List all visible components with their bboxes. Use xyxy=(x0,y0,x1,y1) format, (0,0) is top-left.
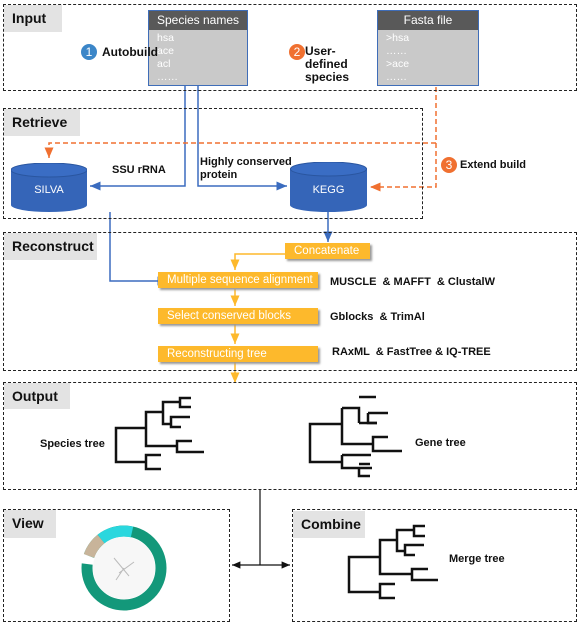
msa-step: Multiple sequence alignment xyxy=(158,272,318,288)
mode-2-badge: 2 xyxy=(289,44,305,60)
mode-1-badge: 1 xyxy=(81,44,97,60)
species-row: acl xyxy=(157,58,171,70)
species-row: …… xyxy=(157,71,178,83)
species-tree-label: Species tree xyxy=(40,438,105,450)
output-panel xyxy=(3,382,577,490)
output-label: Output xyxy=(4,383,70,409)
silva-label: SILVA xyxy=(34,184,64,196)
protein-label: Highly conserved protein xyxy=(200,156,292,181)
fasta-file-header: Fasta file xyxy=(378,11,478,30)
mode-3-badge: 3 xyxy=(441,157,457,173)
kegg-label: KEGG xyxy=(312,184,345,196)
reconstruct-label: Reconstruct xyxy=(4,233,97,260)
species-names-header: Species names xyxy=(149,11,247,30)
input-label: Input xyxy=(4,5,62,32)
merge-tree-label: Merge tree xyxy=(449,553,505,565)
extend-build-label: Extend build xyxy=(460,159,526,171)
tree-tools: RAxML & FastTree & IQ-TREE xyxy=(332,346,491,358)
silva-database: SILVA xyxy=(11,163,87,212)
conserved-blocks-step: Select conserved blocks xyxy=(158,308,318,324)
gene-tree-label: Gene tree xyxy=(415,437,466,449)
retrieve-label: Retrieve xyxy=(4,109,80,136)
kegg-database: KEGG xyxy=(290,162,367,212)
block-tools: Gblocks & TrimAl xyxy=(330,311,425,323)
fasta-row: …… xyxy=(386,45,407,57)
combine-label: Combine xyxy=(293,511,365,538)
species-row: ace xyxy=(157,45,174,57)
concatenate-step: Concatenate xyxy=(285,243,370,259)
species-row: hsa xyxy=(157,32,174,44)
species-names-table: Species names hsa ace acl …… xyxy=(148,10,248,86)
user-defined-label: User-defined species xyxy=(305,44,350,84)
fasta-row: >ace xyxy=(386,58,410,70)
autobuild-label: Autobuild xyxy=(102,45,158,59)
msa-tools: MUSCLE & MAFFT & ClustalW xyxy=(330,276,495,288)
view-label: View xyxy=(4,510,56,538)
ssu-rrna-label: SSU rRNA xyxy=(112,164,166,176)
fasta-file-table: Fasta file >hsa …… >ace …… xyxy=(377,10,479,86)
reconstruct-tree-step: Reconstructing tree xyxy=(158,346,318,362)
fasta-row: …… xyxy=(386,71,407,83)
fasta-row: >hsa xyxy=(386,32,410,44)
